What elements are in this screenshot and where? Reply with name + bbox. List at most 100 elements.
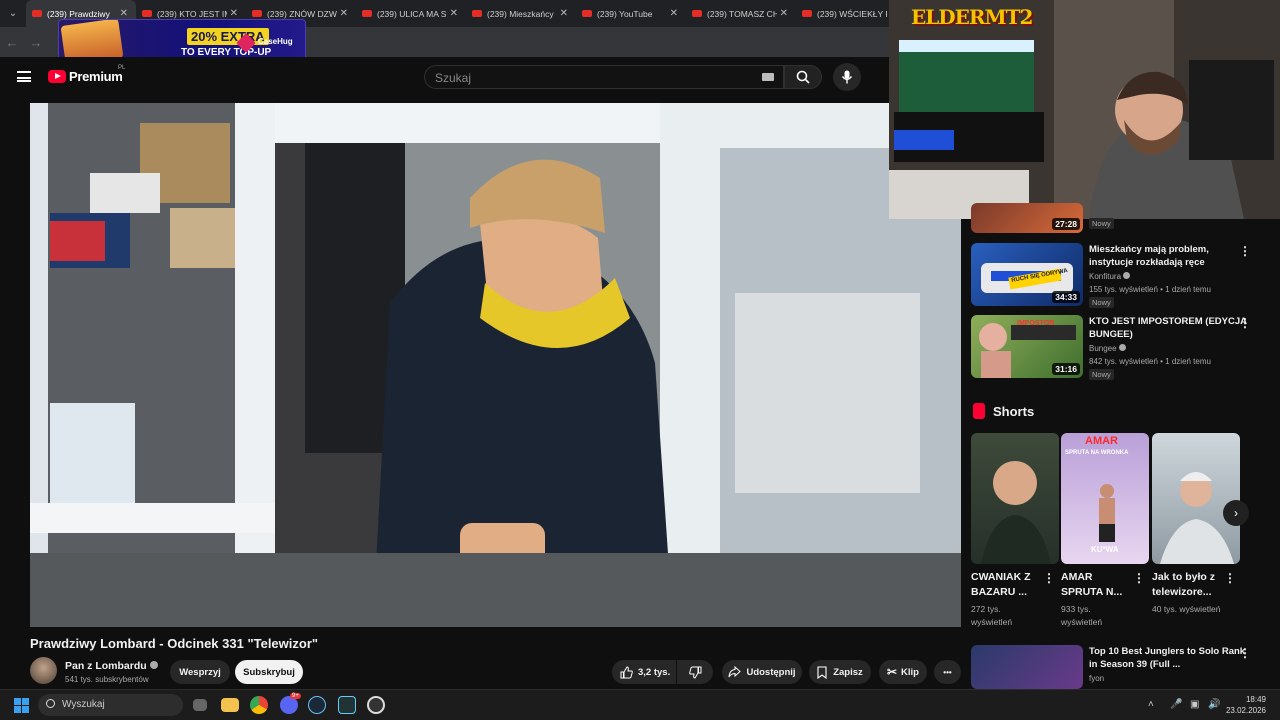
tab-close-icon[interactable]: ✕ bbox=[780, 8, 788, 19]
recommendations-sidebar: 27:28 Nowy RUCH SIĘ ODRYWA 34:33 Mieszka… bbox=[961, 203, 1280, 689]
more-options-icon[interactable]: ⋮ bbox=[1239, 317, 1251, 329]
speaker-icon[interactable]: 🔊 bbox=[1208, 699, 1220, 710]
browser-tab[interactable]: (239) ULICA MA S ✕ bbox=[356, 0, 466, 27]
short-thumbnail-image bbox=[981, 461, 1051, 564]
share-icon bbox=[728, 666, 742, 678]
channel-name[interactable]: Pan z Lombardu bbox=[65, 660, 158, 672]
channel-name[interactable]: fyon bbox=[1089, 674, 1104, 683]
search-button[interactable] bbox=[784, 65, 822, 89]
short-thumbnail[interactable] bbox=[971, 433, 1059, 564]
share-label: Udostępnij bbox=[746, 666, 796, 678]
recommended-video[interactable]: 27:28 Nowy bbox=[971, 203, 1271, 233]
streamer-logo: ELDERMT2 bbox=[911, 5, 1033, 29]
microphone-icon[interactable]: 🎤 bbox=[1170, 699, 1182, 710]
bookmark-icon bbox=[817, 665, 827, 679]
search-input[interactable]: Szukaj bbox=[424, 65, 784, 89]
clock-time: 18:49 bbox=[1245, 695, 1266, 704]
menu-icon[interactable] bbox=[17, 71, 31, 82]
youtube-favicon-icon bbox=[582, 10, 592, 17]
tab-close-icon[interactable]: ✕ bbox=[450, 8, 458, 19]
like-button[interactable]: 3,2 tys. bbox=[612, 660, 676, 684]
tab-close-icon[interactable]: ✕ bbox=[230, 8, 238, 19]
back-arrow-icon[interactable]: ← bbox=[0, 35, 24, 50]
short-caption: KU*WA bbox=[1091, 545, 1119, 554]
share-button[interactable]: Udostępnij bbox=[722, 660, 802, 684]
tab-close-icon[interactable]: ✕ bbox=[560, 8, 568, 19]
new-badge: Nowy bbox=[1089, 297, 1114, 308]
video-thumbnail[interactable]: 27:28 bbox=[971, 203, 1083, 233]
short-thumbnail[interactable]: AMAR SPRUTA NA WRONKA KU*WA bbox=[1061, 433, 1149, 564]
video-title[interactable]: KTO JEST IMPOSTOREM (EDYCJA BUNGEE) bbox=[1089, 315, 1249, 341]
forward-arrow-icon[interactable]: → bbox=[24, 35, 48, 50]
short-card[interactable]: Jak to było z telewizore... 40 tys. wyśw… bbox=[1152, 433, 1240, 616]
clip-button[interactable]: ✂ Klip bbox=[879, 660, 927, 684]
chevron-up-icon[interactable]: ˄ bbox=[1148, 699, 1154, 710]
short-card[interactable]: CWANIAK Z BAZARU ... 272 tys. wyświetleń… bbox=[971, 433, 1059, 629]
short-title[interactable]: Jak to było z telewizore... bbox=[1152, 570, 1222, 600]
channel-avatar[interactable] bbox=[30, 657, 57, 684]
browser-tab[interactable]: (239) TOMASZ CH ✕ bbox=[686, 0, 796, 27]
voice-search-button[interactable] bbox=[833, 63, 861, 91]
task-view-icon[interactable] bbox=[193, 699, 207, 711]
verified-icon bbox=[149, 661, 158, 669]
clock[interactable]: 18:49 23.02.2026 bbox=[1226, 694, 1266, 716]
chrome-icon[interactable] bbox=[250, 696, 268, 714]
file-explorer-icon[interactable] bbox=[221, 698, 239, 712]
more-options-icon[interactable]: ⋮ bbox=[1043, 571, 1055, 585]
microphone-icon bbox=[841, 70, 853, 84]
more-options-icon[interactable]: ⋮ bbox=[1224, 571, 1236, 585]
browser-tab[interactable]: (239) YouTube ✕ bbox=[576, 0, 686, 27]
subscribe-button[interactable]: Subskrybuj bbox=[235, 660, 303, 684]
more-options-icon[interactable]: ⋮ bbox=[1239, 647, 1251, 659]
promo-brand: CaseHug bbox=[258, 37, 293, 46]
obs-icon[interactable] bbox=[367, 696, 385, 714]
more-actions-button[interactable]: ••• bbox=[934, 660, 961, 684]
terminal-icon[interactable] bbox=[338, 696, 356, 714]
steam-icon[interactable] bbox=[308, 696, 326, 714]
channel-name[interactable]: Bungee bbox=[1089, 344, 1126, 353]
new-badge: Nowy bbox=[1089, 218, 1114, 229]
taskbar-search[interactable]: Wyszukaj bbox=[38, 694, 183, 716]
dislike-button[interactable] bbox=[677, 660, 713, 684]
tab-close-icon[interactable]: ✕ bbox=[670, 8, 678, 19]
scissors-icon: ✂ bbox=[886, 665, 898, 679]
save-label: Zapisz bbox=[833, 666, 863, 678]
tab-close-icon[interactable]: ✕ bbox=[340, 8, 348, 19]
tab-search-icon[interactable]: ⌄ bbox=[0, 0, 26, 27]
video-thumbnail[interactable] bbox=[971, 645, 1083, 689]
channel-name[interactable]: Konfitura bbox=[1089, 272, 1131, 281]
video-thumbnail[interactable]: RUCH SIĘ ODRYWA 34:33 bbox=[971, 243, 1083, 306]
display-icon[interactable]: ▣ bbox=[1190, 699, 1199, 710]
windows-start-icon[interactable] bbox=[14, 698, 29, 713]
short-title[interactable]: CWANIAK Z BAZARU ... bbox=[971, 570, 1041, 600]
short-card[interactable]: AMAR SPRUTA NA WRONKA KU*WA AMAR SPRUTA … bbox=[1061, 433, 1149, 629]
thumbs-up-icon bbox=[620, 665, 633, 678]
video-player[interactable] bbox=[30, 103, 961, 627]
more-options-icon[interactable]: ⋮ bbox=[1239, 245, 1251, 257]
logo-text: Premium bbox=[69, 69, 123, 84]
youtube-premium-logo[interactable]: Premium PL bbox=[48, 65, 125, 84]
keyboard-icon[interactable] bbox=[762, 73, 774, 81]
short-title[interactable]: AMAR SPRUTA N... bbox=[1061, 570, 1131, 600]
youtube-favicon-icon bbox=[802, 10, 812, 17]
short-thumbnail[interactable] bbox=[1152, 433, 1240, 564]
video-title[interactable]: Top 10 Best Junglers to Solo Rank in Sea… bbox=[1089, 645, 1249, 671]
tab-close-icon[interactable]: ✕ bbox=[120, 8, 128, 19]
windows-taskbar: Wyszukaj 9+ ˄ 🎤 ▣ 🔊 18:49 23.02.2026 bbox=[0, 689, 1280, 720]
youtube-favicon-icon bbox=[692, 10, 702, 17]
youtube-header: Premium PL Szukaj bbox=[0, 57, 890, 97]
recommended-video[interactable]: IMPOSTOR 31:16 KTO JEST IMPOSTOREM (EDYC… bbox=[971, 315, 1271, 380]
video-meta: 842 tys. wyświetleń • 1 dzień temu bbox=[1089, 357, 1211, 366]
save-button[interactable]: Zapisz bbox=[809, 660, 871, 684]
recommended-video[interactable]: RUCH SIĘ ODRYWA 34:33 Mieszkańcy mają pr… bbox=[971, 243, 1271, 308]
more-options-icon[interactable]: ⋮ bbox=[1133, 571, 1145, 585]
youtube-favicon-icon bbox=[32, 10, 42, 17]
join-button[interactable]: Wesprzyj bbox=[170, 660, 230, 684]
shorts-next-arrow-icon[interactable]: › bbox=[1223, 500, 1249, 526]
promo-percent: 20% EXTRA bbox=[187, 28, 269, 45]
browser-tab[interactable]: (239) Mieszkańcy ✕ bbox=[466, 0, 576, 27]
video-thumbnail[interactable]: IMPOSTOR 31:16 bbox=[971, 315, 1083, 378]
youtube-favicon-icon bbox=[362, 10, 372, 17]
youtube-play-icon bbox=[48, 70, 66, 83]
video-title[interactable]: Mieszkańcy mają problem, instytucje rozk… bbox=[1089, 243, 1249, 269]
